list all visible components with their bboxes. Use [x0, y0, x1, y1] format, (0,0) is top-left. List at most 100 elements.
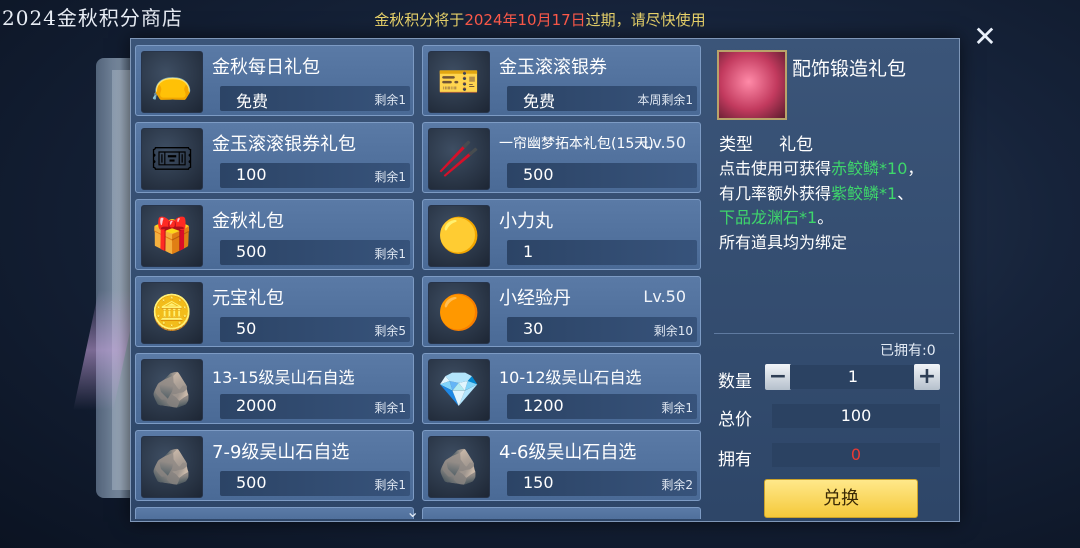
price-bar: 500: [507, 163, 697, 188]
item-card[interactable]: 🪨 7-9级吴山石自选 500 剩余1: [135, 430, 414, 501]
item-card[interactable]: 🥢 一帘幽梦拓本礼包(15天) Lv.50 500: [422, 122, 701, 193]
have-label: 拥有: [718, 450, 752, 470]
exchange-button[interactable]: 兑换: [764, 479, 918, 518]
expiry-notice: 金秋积分将于2024年10月17日过期，请尽快使用: [0, 9, 1080, 30]
bag-icon: 👝: [141, 51, 203, 113]
desc-text: 点击使用可获得: [719, 159, 832, 178]
have-value: 0: [772, 443, 940, 467]
item-name: 7-9级吴山石自选: [212, 442, 350, 463]
price-bar: 免费 剩余1: [220, 86, 410, 111]
chevron-down-icon[interactable]: ⌄: [406, 502, 419, 521]
item-name: 金玉滚滚银券礼包: [212, 134, 356, 155]
detail-description: 点击使用可获得赤鲛鳞*10， 有几率额外获得紫鲛鳞*1、 下品龙渊石*1。 所有…: [719, 157, 949, 255]
item-card[interactable]: 👝 金秋每日礼包 免费 剩余1: [135, 45, 414, 116]
item-card[interactable]: 🪨 13-15级吴山石自选 2000 剩余1: [135, 353, 414, 424]
desc-text: 有几率额外获得: [719, 183, 832, 203]
desc-punct: 、: [897, 183, 914, 203]
item-price: 30: [523, 319, 544, 338]
close-icon[interactable]: ✕: [970, 22, 1000, 52]
item-grid[interactable]: 👝 金秋每日礼包 免费 剩余1 🎫 金玉滚滚银券 免费 本周剩余1 🎟 金玉滚滚…: [135, 45, 703, 519]
minus-button[interactable]: −: [765, 364, 791, 390]
item-remain: 剩余1: [661, 401, 693, 415]
item-card[interactable]: 💎 10-12级吴山石自选 1200 剩余1: [422, 353, 701, 424]
price-bar: 50 剩余5: [220, 317, 410, 342]
desc-punct: ，: [907, 159, 924, 178]
level-requirement: Lv.50: [643, 287, 686, 306]
notice-date: 2024年10月17日: [464, 11, 586, 29]
notice-prefix: 金秋积分将于: [374, 11, 465, 29]
item-name: 小经验丹: [499, 288, 571, 309]
item-card[interactable]: 🟡 小力丸 1: [422, 199, 701, 270]
quantity-field[interactable]: 1: [790, 365, 916, 389]
item-price: 500: [236, 242, 267, 261]
detail-item-name: 配饰锻造礼包: [792, 58, 907, 80]
gift-box-icon: 🎁: [141, 205, 203, 267]
item-price: 500: [523, 165, 554, 184]
type-label: 类型: [719, 135, 753, 155]
price-bar: 1: [507, 240, 697, 265]
blue-stone-icon: 💎: [428, 359, 490, 421]
exp-pills-icon: 🟠: [428, 282, 490, 344]
accessory-pack-icon: [717, 50, 787, 120]
price-bar: 30 剩余10: [507, 317, 697, 342]
price-bar: 500 剩余1: [220, 471, 410, 496]
item-price: 免费: [523, 92, 556, 111]
item-card[interactable]: 🎟 金玉滚滚银券礼包 100 剩余1: [135, 122, 414, 193]
silver-ticket-pack-icon: 🎟: [141, 128, 203, 190]
item-price: 1200: [523, 396, 564, 415]
item-price: 50: [236, 319, 257, 338]
item-remain: 剩余1: [374, 93, 406, 107]
item-card-partial[interactable]: [135, 507, 414, 519]
item-name: 金秋每日礼包: [212, 57, 320, 78]
item-price: 1: [523, 242, 534, 261]
item-remain: 本周剩余1: [637, 93, 693, 107]
item-card[interactable]: 🟠 小经验丹 Lv.50 30 剩余10: [422, 276, 701, 347]
price-bar: 2000 剩余1: [220, 394, 410, 419]
item-remain: 剩余1: [374, 401, 406, 415]
item-price: 2000: [236, 396, 277, 415]
silver-ticket-icon: 🎫: [428, 51, 490, 113]
price-bar: 100 剩余1: [220, 163, 410, 188]
item-remain: 剩余1: [374, 170, 406, 184]
ingot-icon: 🪙: [141, 282, 203, 344]
item-name: 13-15级吴山石自选: [212, 368, 355, 387]
pill-icon: 🟡: [428, 205, 490, 267]
item-remain: 剩余5: [374, 324, 406, 338]
desc-highlight: 紫鲛鳞*1: [831, 183, 898, 203]
item-name: 金玉滚滚银券: [499, 57, 607, 78]
item-name: 一帘幽梦拓本礼包(15天): [499, 136, 654, 152]
item-price: 免费: [236, 92, 269, 111]
price-bar: 免费 本周剩余1: [507, 86, 697, 111]
plus-button[interactable]: +: [914, 364, 940, 390]
dark-stone-icon: 🪨: [141, 359, 203, 421]
price-bar: 1200 剩余1: [507, 394, 697, 419]
item-remain: 剩余1: [374, 247, 406, 261]
item-card-partial[interactable]: [422, 507, 701, 519]
owned-count: 已拥有:0: [880, 343, 936, 359]
item-card[interactable]: 🪙 元宝礼包 50 剩余5: [135, 276, 414, 347]
divider: [714, 333, 954, 334]
level-requirement: Lv.50: [643, 133, 686, 152]
item-name: 4-6级吴山石自选: [499, 442, 637, 463]
item-remain: 剩余10: [653, 324, 693, 338]
quantity-label: 数量: [718, 372, 752, 392]
type-value: 礼包: [779, 135, 813, 155]
total-price-label: 总价: [718, 410, 752, 430]
item-card[interactable]: 🎁 金秋礼包 500 剩余1: [135, 199, 414, 270]
item-price: 100: [236, 165, 267, 184]
desc-highlight: 赤鲛鳞*10: [831, 159, 908, 178]
item-card[interactable]: 🎫 金玉滚滚银券 免费 本周剩余1: [422, 45, 701, 116]
total-price-value: 100: [772, 404, 940, 428]
item-name: 10-12级吴山石自选: [499, 368, 642, 387]
price-bar: 150 剩余2: [507, 471, 697, 496]
item-name: 元宝礼包: [212, 288, 284, 309]
item-price: 150: [523, 473, 554, 492]
desc-punct: 。: [817, 208, 834, 227]
item-price: 500: [236, 473, 267, 492]
item-name: 金秋礼包: [212, 211, 284, 232]
gray-stone-icon: 🪨: [141, 436, 203, 498]
item-name: 小力丸: [499, 211, 553, 232]
item-remain: 剩余1: [374, 478, 406, 492]
item-card[interactable]: 🪨 4-6级吴山石自选 150 剩余2: [422, 430, 701, 501]
notice-suffix: 过期，请尽快使用: [585, 11, 706, 29]
